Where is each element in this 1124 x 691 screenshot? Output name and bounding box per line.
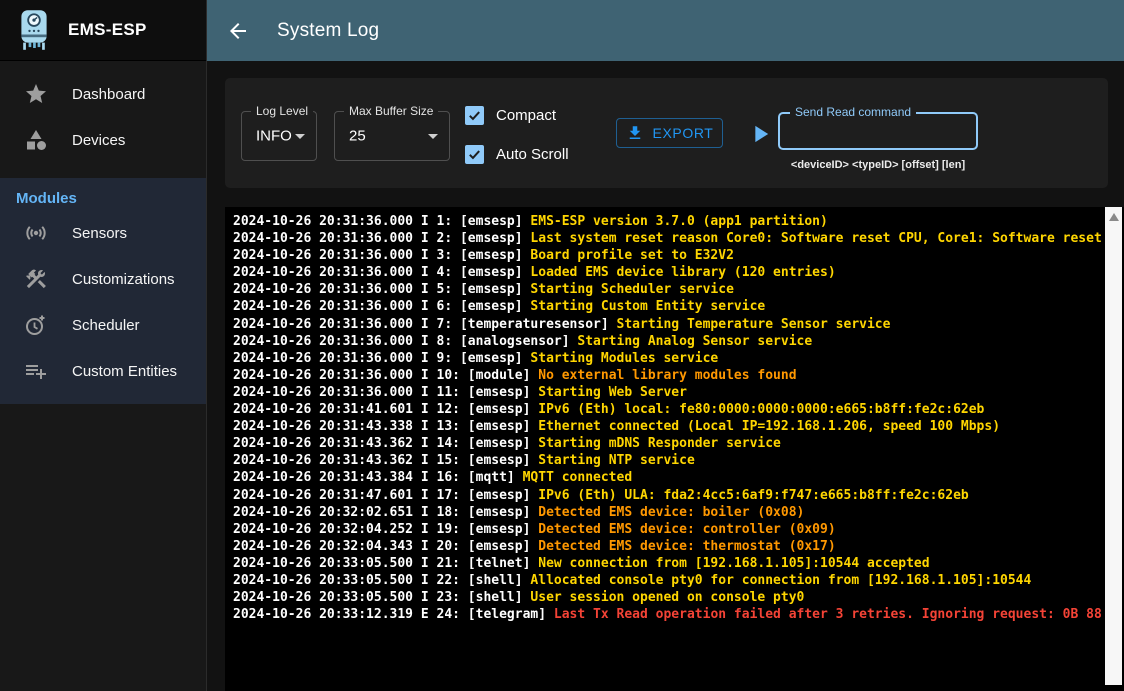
log-line: 2024-10-26 20:31:36.000 I 6: [emsesp] St… <box>233 298 1124 315</box>
log-line: 2024-10-26 20:33:05.500 I 21: [telnet] N… <box>233 555 1124 572</box>
log-line: 2024-10-26 20:31:43.384 I 16: [mqtt] MQT… <box>233 469 1124 486</box>
page-header: System Log <box>207 0 1124 61</box>
compact-checkbox[interactable] <box>465 106 484 125</box>
log-line: 2024-10-26 20:31:36.000 I 8: [analogsens… <box>233 333 1124 350</box>
log-line: 2024-10-26 20:31:43.362 I 14: [emsesp] S… <box>233 435 1124 452</box>
sidebar-item-scheduler[interactable]: Scheduler <box>0 302 206 348</box>
sidebar-item-label: Customizations <box>72 271 175 288</box>
log-line: 2024-10-26 20:31:36.000 I 9: [emsesp] St… <box>233 350 1124 367</box>
log-scrollbar[interactable] <box>1105 207 1122 685</box>
send-read-input[interactable] <box>780 114 976 148</box>
app-name: EMS-ESP <box>68 20 147 40</box>
log-line: 2024-10-26 20:31:47.601 I 17: [emsesp] I… <box>233 487 1124 504</box>
log-line: 2024-10-26 20:31:41.601 I 12: [emsesp] I… <box>233 401 1124 418</box>
log-line: 2024-10-26 20:31:36.000 I 1: [emsesp] EM… <box>233 213 1124 230</box>
log-line: 2024-10-26 20:32:04.343 I 20: [emsesp] D… <box>233 538 1124 555</box>
page-title: System Log <box>277 20 379 42</box>
sidebar-nav: Dashboard Devices <box>0 61 206 163</box>
log-level-value: INFO <box>256 128 292 145</box>
check-icon <box>467 147 482 162</box>
send-read-field: Send Read command <box>778 112 978 150</box>
log-level-label: Log Level <box>251 104 313 118</box>
log-line: 2024-10-26 20:33:05.500 I 22: [shell] Al… <box>233 572 1124 589</box>
log-controls-card: Log Level INFO Max Buffer Size 25 Compac… <box>225 78 1108 188</box>
compact-checkbox-row[interactable]: Compact <box>465 106 556 125</box>
log-line: 2024-10-26 20:33:12.319 E 24: [telegram]… <box>233 606 1124 623</box>
boiler-logo-icon <box>16 9 52 51</box>
sidebar-item-customizations[interactable]: Customizations <box>0 256 206 302</box>
log-line: 2024-10-26 20:31:36.000 I 2: [emsesp] La… <box>233 230 1124 247</box>
back-button[interactable] <box>225 18 251 44</box>
log-line: 2024-10-26 20:31:36.000 I 4: [emsesp] Lo… <box>233 264 1124 281</box>
send-command-button[interactable] <box>746 120 774 148</box>
construction-icon <box>24 267 48 291</box>
log-line: 2024-10-26 20:31:36.000 I 10: [module] N… <box>233 367 1124 384</box>
play-arrow-icon <box>746 120 774 148</box>
playlist-add-icon <box>24 359 48 383</box>
autoscroll-checkbox-label: Auto Scroll <box>496 146 569 163</box>
category-icon <box>24 128 48 152</box>
max-buffer-label: Max Buffer Size <box>344 104 438 118</box>
sensors-icon <box>24 221 48 245</box>
more-time-icon <box>24 313 48 337</box>
sidebar-item-label: Dashboard <box>72 86 145 103</box>
sidebar-item-label: Devices <box>72 132 125 149</box>
arrow-back-icon <box>226 19 250 43</box>
log-line: 2024-10-26 20:32:04.252 I 19: [emsesp] D… <box>233 521 1124 538</box>
compact-checkbox-label: Compact <box>496 107 556 124</box>
export-button-label: EXPORT <box>653 125 714 141</box>
chevron-down-icon <box>421 124 445 148</box>
send-read-helper: <deviceID> <typeID> [offset] [len] <box>778 159 978 171</box>
autoscroll-checkbox[interactable] <box>465 145 484 164</box>
log-line: 2024-10-26 20:31:36.000 I 3: [emsesp] Bo… <box>233 247 1124 264</box>
download-icon <box>626 124 644 142</box>
export-button[interactable]: EXPORT <box>616 118 723 148</box>
log-line: 2024-10-26 20:33:05.500 I 23: [shell] Us… <box>233 589 1124 606</box>
log-line: 2024-10-26 20:31:43.338 I 13: [emsesp] E… <box>233 418 1124 435</box>
sidebar-item-label: Sensors <box>72 225 127 242</box>
sidebar-item-label: Scheduler <box>72 317 140 334</box>
send-read-label: Send Read command <box>790 105 916 119</box>
log-line: 2024-10-26 20:31:36.000 I 5: [emsesp] St… <box>233 281 1124 298</box>
sidebar-item-devices[interactable]: Devices <box>0 117 206 163</box>
log-line: 2024-10-26 20:31:36.000 I 7: [temperatur… <box>233 316 1124 333</box>
star-icon <box>24 82 48 106</box>
sidebar-modules-section: Modules Sensors Customizations <box>0 178 206 404</box>
max-buffer-value: 25 <box>349 128 366 145</box>
check-icon <box>467 108 482 123</box>
log-line: 2024-10-26 20:31:43.362 I 15: [emsesp] S… <box>233 452 1124 469</box>
log-line: 2024-10-26 20:31:36.000 I 11: [emsesp] S… <box>233 384 1124 401</box>
sidebar-item-label: Custom Entities <box>72 363 177 380</box>
max-buffer-select[interactable]: Max Buffer Size 25 <box>334 111 450 161</box>
app-logo-block: EMS-ESP <box>0 0 206 61</box>
scroll-up-arrow-icon[interactable] <box>1109 213 1119 221</box>
chevron-down-icon <box>288 124 312 148</box>
log-line: 2024-10-26 20:32:02.651 I 18: [emsesp] D… <box>233 504 1124 521</box>
autoscroll-checkbox-row[interactable]: Auto Scroll <box>465 145 569 164</box>
sidebar-item-sensors[interactable]: Sensors <box>0 210 206 256</box>
log-console[interactable]: 2024-10-26 20:31:36.000 I 1: [emsesp] EM… <box>225 207 1124 691</box>
sidebar: EMS-ESP Dashboard Devices Modules Sensor… <box>0 0 207 691</box>
modules-section-label: Modules <box>0 178 206 210</box>
sidebar-item-dashboard[interactable]: Dashboard <box>0 71 206 117</box>
sidebar-item-custom-entities[interactable]: Custom Entities <box>0 348 206 394</box>
log-level-select[interactable]: Log Level INFO <box>241 111 317 161</box>
